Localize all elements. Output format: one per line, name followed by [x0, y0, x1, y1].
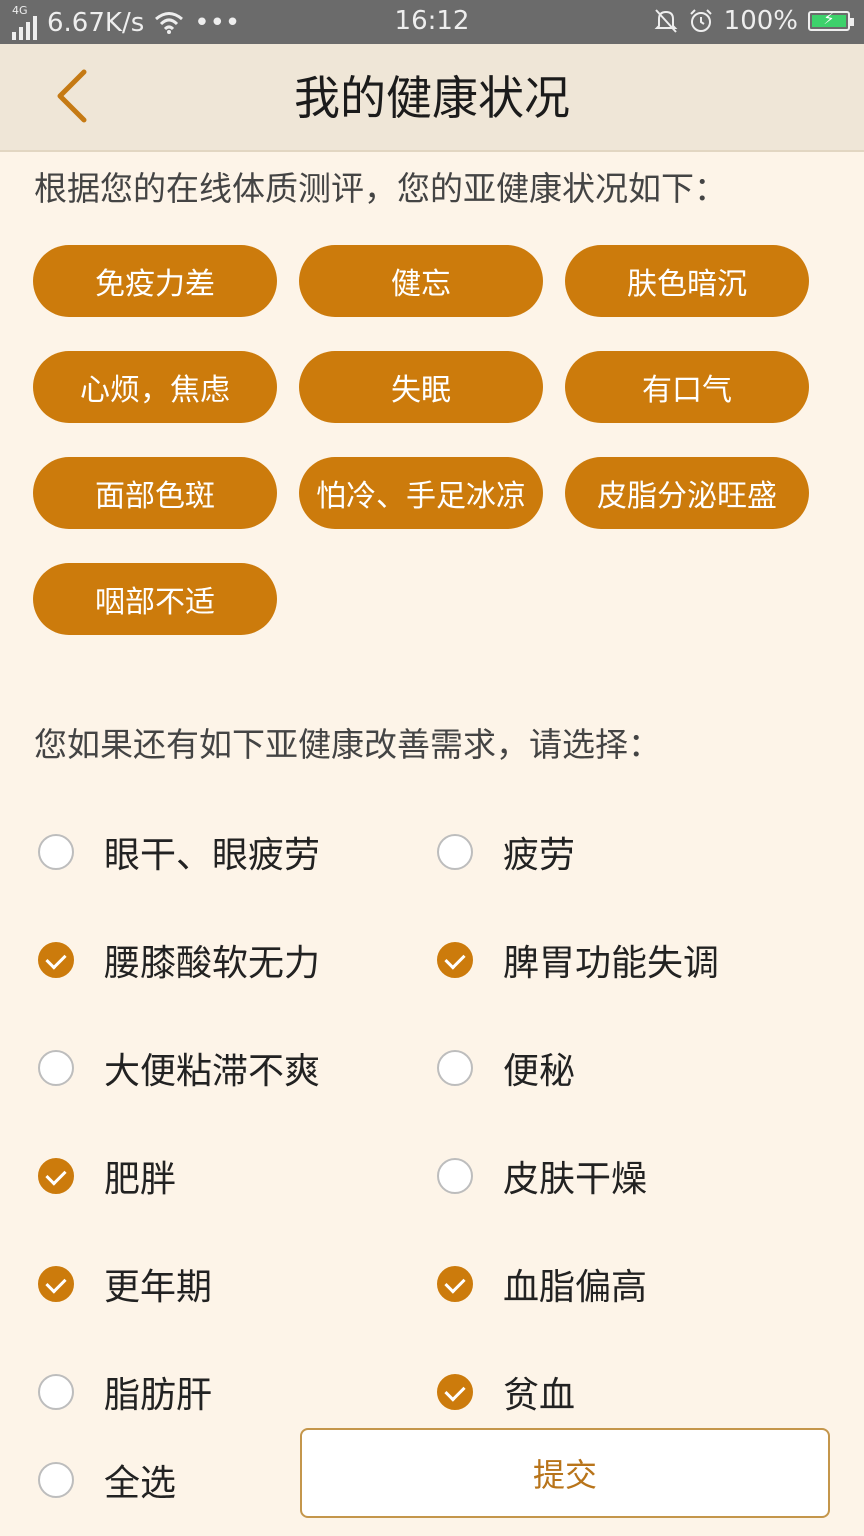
option-label: 脾胃功能失调 [503, 943, 720, 984]
option-label: 皮肤干燥 [503, 1159, 648, 1200]
health-tag: 皮脂分泌旺盛 [565, 457, 809, 529]
option-item[interactable]: 肥胖 [38, 1146, 176, 1206]
battery-percent: 100% [723, 6, 798, 36]
intro-text: 根据您的在线体质测评，您的亚健康状况如下： [34, 169, 727, 208]
alarm-icon [689, 9, 712, 32]
option-item[interactable]: 血脂偏高 [437, 1254, 647, 1314]
checkbox[interactable] [437, 834, 473, 870]
option-item[interactable]: 贫血 [437, 1362, 575, 1422]
select-all-checkbox[interactable] [38, 1462, 74, 1498]
option-label: 肥胖 [104, 1159, 177, 1200]
option-label: 眼干、眼疲劳 [104, 835, 321, 876]
select-all[interactable]: 全选 [38, 1450, 176, 1510]
health-tag: 心烦，焦虑 [33, 351, 277, 423]
option-item[interactable]: 腰膝酸软无力 [38, 930, 320, 990]
option-item[interactable]: 大便粘滞不爽 [38, 1038, 320, 1098]
select-all-label: 全选 [104, 1463, 177, 1504]
checkbox[interactable] [38, 1050, 74, 1086]
option-label: 血脂偏高 [503, 1267, 648, 1308]
option-label: 贫血 [503, 1375, 576, 1416]
checkbox[interactable] [38, 942, 74, 978]
checkbox[interactable] [437, 1050, 473, 1086]
health-tag: 肤色暗沉 [565, 245, 809, 317]
submit-button[interactable]: 提交 [300, 1428, 830, 1518]
option-item[interactable]: 眼干、眼疲劳 [38, 822, 320, 882]
checkbox[interactable] [437, 1158, 473, 1194]
health-tag: 咽部不适 [33, 563, 277, 635]
battery-icon: ⚡ [808, 9, 854, 31]
option-label: 大便粘滞不爽 [104, 1051, 321, 1092]
checkbox[interactable] [38, 1266, 74, 1302]
page-title: 我的健康状况 [294, 71, 570, 125]
option-label: 疲劳 [503, 835, 576, 876]
option-label: 便秘 [503, 1051, 576, 1092]
checkbox[interactable] [38, 834, 74, 870]
health-tag: 面部色斑 [33, 457, 277, 529]
checkbox[interactable] [38, 1374, 74, 1410]
checkbox[interactable] [437, 1266, 473, 1302]
option-item[interactable]: 脂肪肝 [38, 1362, 212, 1422]
health-tag: 免疫力差 [33, 245, 277, 317]
checkbox[interactable] [437, 942, 473, 978]
title-bar: 我的健康状况 [0, 44, 864, 152]
health-tag: 有口气 [565, 351, 809, 423]
option-label: 腰膝酸软无力 [104, 943, 321, 984]
checkbox[interactable] [38, 1158, 74, 1194]
option-item[interactable]: 更年期 [38, 1254, 212, 1314]
option-item[interactable]: 便秘 [437, 1038, 575, 1098]
health-tag: 健忘 [299, 245, 543, 317]
select-prompt: 您如果还有如下亚健康改善需求，请选择： [34, 725, 661, 764]
option-label: 更年期 [104, 1267, 213, 1308]
option-item[interactable]: 皮肤干燥 [437, 1146, 647, 1206]
option-label: 脂肪肝 [104, 1375, 213, 1416]
status-bar: 4G 6.67K/s ••• 16:12 100% ⚡ [0, 0, 864, 44]
bell-muted-icon [654, 9, 678, 33]
option-item[interactable]: 疲劳 [437, 822, 575, 882]
option-item[interactable]: 脾胃功能失调 [437, 930, 719, 990]
health-tag: 失眠 [299, 351, 543, 423]
checkbox[interactable] [437, 1374, 473, 1410]
health-tag: 怕冷、手足冰凉 [299, 457, 543, 529]
